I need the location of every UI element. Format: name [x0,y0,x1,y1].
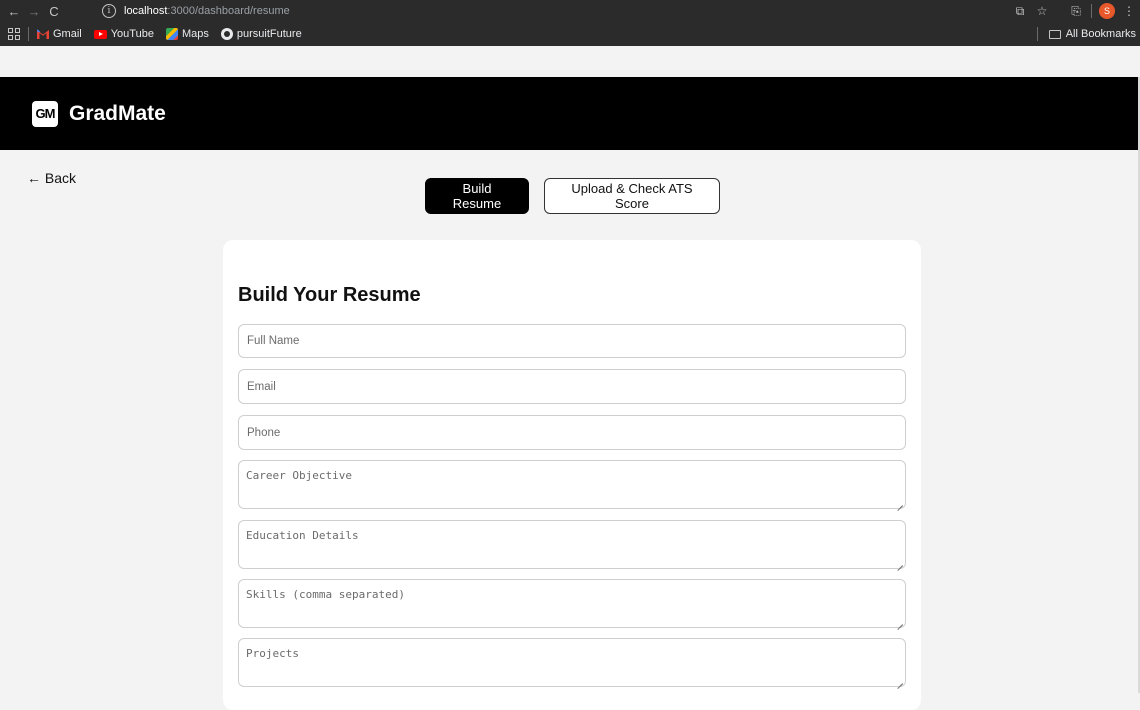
folder-icon [1048,29,1061,39]
apps-grid-icon[interactable] [8,28,20,40]
gmail-icon [37,29,49,39]
email-field [238,369,906,404]
address-row: ← → C i localhost:3000/dashboard/resume … [0,0,1140,22]
url-host: localhost [124,5,168,17]
address-bar[interactable]: i localhost:3000/dashboard/resume [94,2,1044,20]
upload-check-ats-tab[interactable]: Upload & Check ATS Score [544,178,720,214]
toolbar-right: ⧉ ☆ ⎘ S ⋮ [1009,0,1140,22]
bookmark-label: YouTube [110,28,154,40]
skills-field [238,579,906,628]
all-bookmarks-label: All Bookmarks [1065,28,1136,40]
mode-tabs: Build Resume Upload & Check ATS Score [425,178,720,214]
email-input[interactable] [239,370,905,403]
phone-input[interactable] [239,416,905,449]
education-details-textarea[interactable] [239,521,905,568]
career-objective-textarea[interactable] [239,461,905,508]
url-path: :3000/dashboard/resume [167,5,290,17]
main-content: ← Back Build Resume Upload & Check ATS S… [0,150,1138,710]
profile-button[interactable]: S [1096,1,1118,21]
back-link[interactable]: ← Back [27,170,76,186]
bookmark-label: Maps [181,28,209,40]
build-resume-tab[interactable]: Build Resume [425,178,529,214]
form-title: Build Your Resume [238,284,421,306]
bookmark-gmail[interactable]: Gmail [37,28,82,40]
resume-form-card: Build Your Resume [223,240,921,710]
gradmate-logo-icon[interactable]: GM [32,100,58,127]
maps-icon [165,28,178,40]
brand-name[interactable]: GradMate [69,102,166,126]
bookmark-star-icon[interactable]: ☆ [1031,1,1053,21]
full-name-field [238,324,906,358]
bookmark-pursuitfuture[interactable]: pursuitFuture [220,28,302,40]
bookmark-label: pursuitFuture [236,28,302,40]
reload-icon[interactable]: C [44,1,64,21]
site-info-icon[interactable]: i [102,4,116,18]
bookmark-youtube[interactable]: YouTube [93,28,154,40]
avatar: S [1099,3,1115,19]
back-arrow-icon[interactable]: ← [4,1,24,21]
app-header: GM GradMate [0,77,1138,150]
youtube-icon [93,29,107,39]
bookmarks-bar: Gmail YouTube Maps pursuitFuture All Boo… [0,22,1140,46]
career-objective-field [238,460,906,509]
projects-textarea[interactable] [239,639,905,686]
skills-textarea[interactable] [239,580,905,627]
projects-field [238,638,906,687]
forward-arrow-icon[interactable]: → [24,1,44,21]
extensions-icon[interactable]: ⎘ [1065,1,1087,21]
bookmark-maps[interactable]: Maps [165,28,209,40]
menu-dots-icon[interactable]: ⋮ [1118,1,1140,21]
globe-icon [220,28,233,40]
bookmark-label: Gmail [53,28,82,40]
phone-field [238,415,906,450]
all-bookmarks-button[interactable]: All Bookmarks [1036,22,1136,46]
install-app-icon[interactable]: ⧉ [1009,1,1031,21]
full-name-input[interactable] [239,325,905,357]
education-details-field [238,520,906,569]
browser-chrome: ← → C i localhost:3000/dashboard/resume … [0,0,1140,46]
